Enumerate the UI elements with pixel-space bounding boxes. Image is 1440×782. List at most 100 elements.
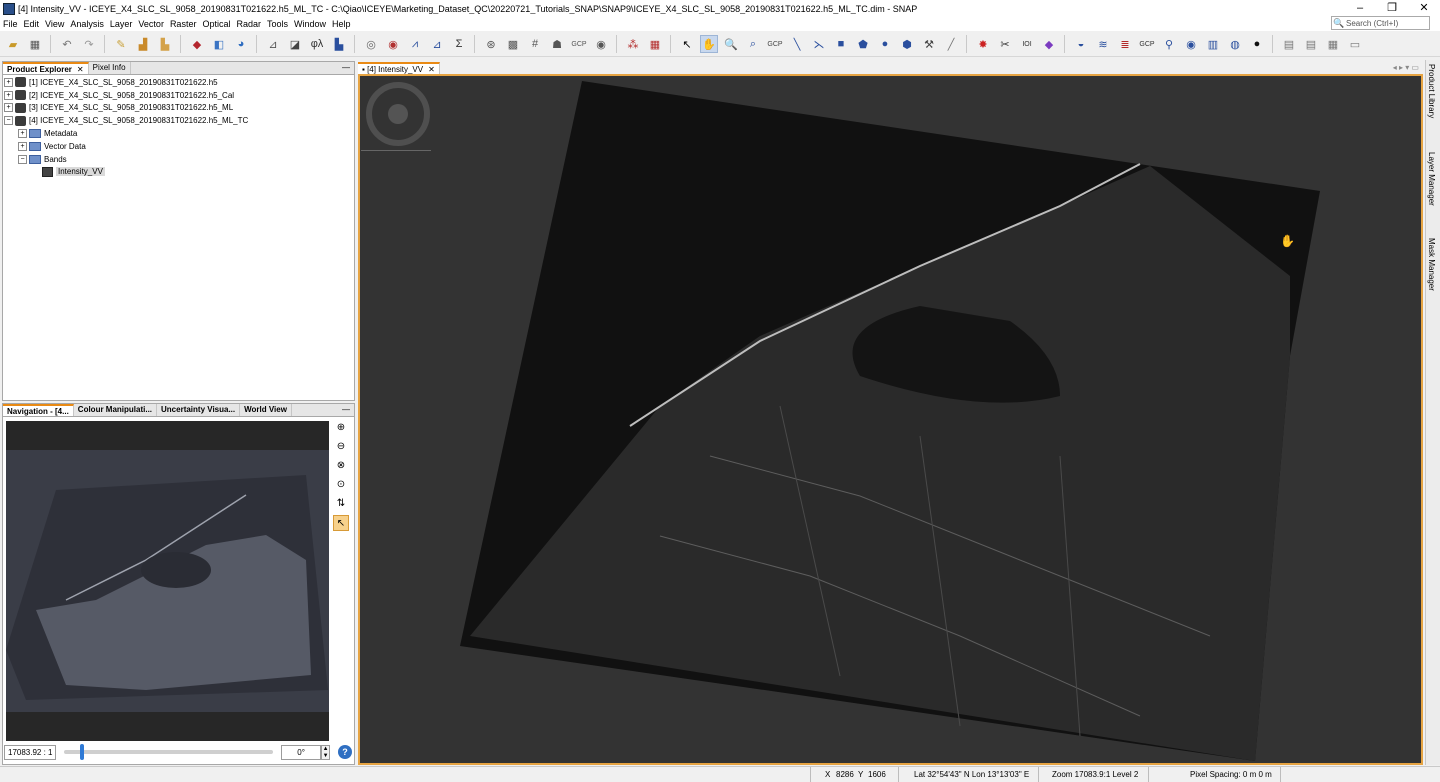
minimize-panel-icon[interactable]: — — [338, 62, 354, 74]
worldwind-icon[interactable]: ◕ — [232, 35, 250, 53]
sync-cursor-icon[interactable]: ↖ — [333, 515, 349, 531]
time-series-icon[interactable]: ⊛ — [482, 35, 500, 53]
chart-icon[interactable]: ▥ — [1204, 35, 1222, 53]
zoom-factor-input[interactable]: 17083.92 : 1 — [4, 744, 56, 760]
graph-builder-icon[interactable]: ▩ — [504, 35, 522, 53]
minimize-button[interactable]: – — [1344, 0, 1376, 17]
locate-icon[interactable]: ⚲ — [1160, 35, 1178, 53]
redo-icon[interactable]: ↷ — [80, 35, 98, 53]
zoom-slider[interactable] — [63, 744, 274, 760]
menu-optical[interactable]: Optical — [199, 17, 233, 31]
layout-2-icon[interactable]: ▤ — [1302, 35, 1320, 53]
profile-icon[interactable]: ◉ — [384, 35, 402, 53]
search-box[interactable]: 🔍 Search (Ctrl+I) — [1331, 16, 1430, 30]
pan-rotate-control[interactable] — [366, 82, 430, 146]
tree-item-metadata[interactable]: + Metadata — [4, 127, 352, 140]
scatter-icon[interactable]: ◎ — [362, 35, 380, 53]
insert-icon[interactable]: ⬢ — [898, 35, 916, 53]
collapse-icon[interactable]: − — [18, 154, 27, 164]
minimize-panel-icon[interactable]: — — [338, 404, 354, 416]
menu-window[interactable]: Window — [291, 17, 329, 31]
zoom-pixel-icon[interactable]: ⊗ — [333, 458, 349, 474]
save-product-icon[interactable]: ▦ — [26, 35, 44, 53]
gcp-manager-icon[interactable]: GCP — [570, 35, 588, 53]
menu-edit[interactable]: Edit — [21, 17, 43, 31]
zoom-gcp-icon[interactable]: ⌕ — [744, 35, 762, 53]
gcp-icon[interactable]: ◧ — [210, 35, 228, 53]
tree-item-bands[interactable]: − Bands — [4, 153, 352, 166]
menu-vector[interactable]: Vector — [135, 17, 167, 31]
expand-icon[interactable]: + — [18, 129, 27, 139]
tree-item-band-intensity-vv[interactable]: Intensity_VV — [4, 166, 352, 179]
expand-icon[interactable]: + — [4, 77, 13, 87]
menu-analysis[interactable]: Analysis — [67, 17, 107, 31]
histogram-icon[interactable]: ▙ — [330, 35, 348, 53]
zoom-out-icon[interactable]: ⊖ — [333, 439, 349, 455]
layout-1-icon[interactable]: ▤ — [1280, 35, 1298, 53]
tree-item-product-4[interactable]: − [4] ICEYE_X4_SLC_SL_9058_20190831T02162… — [4, 114, 352, 127]
rectangle-icon[interactable]: ■ — [832, 35, 850, 53]
close-button[interactable]: ✕ — [1408, 0, 1440, 17]
zoom-in-icon[interactable]: ⊕ — [333, 420, 349, 436]
information-icon[interactable]: ⊿ — [428, 35, 446, 53]
grid-icon[interactable]: ▦ — [646, 35, 664, 53]
tab-intensity-vv[interactable]: ▪ [4] Intensity_VV ✕ — [358, 62, 440, 74]
color-manip-icon[interactable]: ◆ — [188, 35, 206, 53]
menu-raster[interactable]: Raster — [167, 17, 200, 31]
menu-help[interactable]: Help — [329, 17, 354, 31]
cut-icon[interactable]: ✂ — [996, 35, 1014, 53]
zoom-all-icon[interactable]: ⊙ — [333, 477, 349, 493]
gcp-placement-icon[interactable]: GCP — [766, 35, 784, 53]
tab-product-explorer[interactable]: Product Explorer ✕ — [3, 62, 89, 74]
draw-icon[interactable]: ╱ — [942, 35, 960, 53]
export-icon[interactable]: ▟ — [134, 35, 152, 53]
pan-icon[interactable]: ✋ — [700, 35, 718, 53]
select-icon[interactable]: ↖ — [678, 35, 696, 53]
rotation-angle-input[interactable]: 0° — [281, 744, 322, 760]
magic-wand-icon[interactable]: ⚒ — [920, 35, 938, 53]
menu-radar[interactable]: Radar — [233, 17, 264, 31]
sum-icon[interactable]: Σ — [450, 35, 468, 53]
zoom-slider-control[interactable] — [361, 150, 431, 151]
expand-icon[interactable]: + — [4, 90, 13, 100]
polygon-icon[interactable]: ◪ — [286, 35, 304, 53]
close-icon[interactable]: ✕ — [77, 65, 84, 74]
close-icon[interactable]: ✕ — [428, 65, 435, 74]
spectrum-icon[interactable]: ✎ — [112, 35, 130, 53]
tab-pixel-info[interactable]: Pixel Info — [89, 62, 131, 74]
calibrate-icon[interactable]: ≣ — [1116, 35, 1134, 53]
world-map-icon[interactable]: ◍ — [1226, 35, 1244, 53]
open-product-icon[interactable]: ▰ — [4, 35, 22, 53]
navigation-overview-image[interactable] — [6, 450, 329, 712]
tree-item-product-3[interactable]: + [3] ICEYE_X4_SLC_SL_9058_20190831T02162… — [4, 102, 352, 115]
maximize-button[interactable]: ❐ — [1376, 0, 1408, 17]
menu-view[interactable]: View — [42, 17, 67, 31]
menu-file[interactable]: File — [0, 17, 21, 31]
tree-item-product-1[interactable]: + [1] ICEYE_X4_SLC_SL_9058_20190831T02162… — [4, 76, 352, 89]
network-icon[interactable]: ⁂ — [624, 35, 642, 53]
collapse-icon[interactable]: − — [4, 116, 13, 126]
zoom-slider-knob[interactable] — [80, 744, 85, 760]
ellipse-icon[interactable]: ● — [876, 35, 894, 53]
menu-layer[interactable]: Layer — [107, 17, 136, 31]
burst-icon[interactable]: ✸ — [974, 35, 992, 53]
side-tab-layer-manager[interactable]: Layer Manager — [1427, 152, 1436, 206]
tree-item-product-2[interactable]: + [2] ICEYE_X4_SLC_SL_9058_20190831T02162… — [4, 89, 352, 102]
tab-uncertainty-visualisation[interactable]: Uncertainty Visua... — [157, 404, 241, 416]
expand-icon[interactable]: + — [4, 103, 13, 113]
gcp-tool-icon[interactable]: ☗ — [548, 35, 566, 53]
side-tab-product-library[interactable]: Product Library — [1427, 64, 1436, 118]
layout-4-icon[interactable]: ▭ — [1346, 35, 1364, 53]
polyline-icon[interactable]: ⋋ — [810, 35, 828, 53]
band-maths-icon[interactable]: φλ — [308, 35, 326, 53]
orbit-icon[interactable]: ≋ — [1094, 35, 1112, 53]
batch-icon[interactable]: # — [526, 35, 544, 53]
import-icon[interactable]: ▙ — [156, 35, 174, 53]
tab-colour-manipulation[interactable]: Colour Manipulati... — [74, 404, 158, 416]
side-tab-mask-manager[interactable]: Mask Manager — [1427, 238, 1436, 291]
image-view[interactable]: ✋ — [358, 74, 1423, 765]
tab-scroll-arrows[interactable]: ◂ ▸ ▾ ▭ — [1389, 62, 1423, 74]
view-icon[interactable]: ◉ — [1182, 35, 1200, 53]
expand-icon[interactable]: + — [18, 141, 27, 151]
angle-spinner[interactable]: ▲ ▼ — [321, 744, 331, 760]
